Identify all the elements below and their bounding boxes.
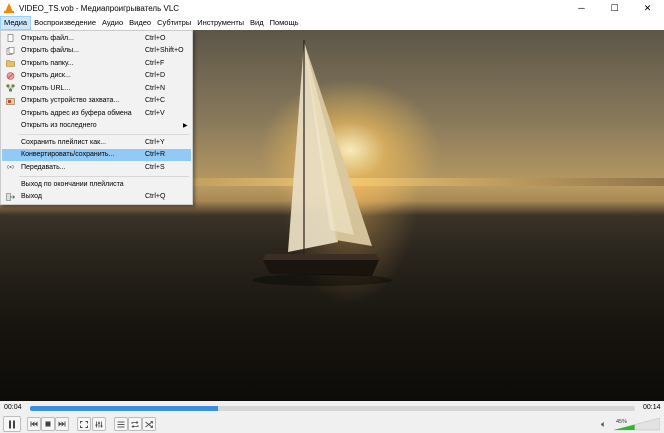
vlc-cone-icon (4, 3, 14, 13)
stop-button[interactable] (41, 417, 55, 431)
menu-item-quit[interactable]: Выход Ctrl+Q (2, 191, 191, 204)
menu-item-open-url[interactable]: Открыть URL... Ctrl+N (2, 82, 191, 95)
disc-icon (2, 70, 18, 82)
volume-percent: 45% (616, 419, 628, 425)
menu-item-stream[interactable]: Передавать... Ctrl+S (2, 161, 191, 174)
previous-button[interactable] (27, 417, 41, 431)
menu-media[interactable]: Медиа (0, 16, 32, 30)
menu-audio[interactable]: Аудио (99, 16, 126, 30)
menu-item-open-file[interactable]: Открыть файл... Ctrl+O (2, 32, 191, 45)
menu-item-convert-save[interactable]: Конвертировать/сохранить... Ctrl+R (2, 148, 191, 161)
folder-icon (2, 57, 18, 69)
media-menu: Открыть файл... Ctrl+O Открыть файлы... … (0, 30, 193, 205)
menu-help[interactable]: Помощь (267, 16, 302, 30)
menu-item-open-disc[interactable]: Открыть диск... Ctrl+D (2, 70, 191, 83)
loop-button[interactable] (128, 417, 142, 431)
playlist-icon (117, 421, 125, 427)
menu-item-open-files[interactable]: Открыть файлы... Ctrl+Shift+O (2, 45, 191, 58)
next-button[interactable] (55, 417, 69, 431)
capture-icon (2, 95, 18, 107)
close-button[interactable]: ✕ (631, 0, 664, 16)
menu-item-open-clipboard[interactable]: Открыть адрес из буфера обмена Ctrl+V (2, 107, 191, 120)
minimize-button[interactable]: ─ (565, 0, 598, 16)
fullscreen-icon (80, 420, 88, 428)
stop-icon (45, 421, 51, 427)
seek-slider[interactable] (30, 406, 635, 411)
menu-item-open-folder[interactable]: Открыть папку... Ctrl+F (2, 57, 191, 70)
volume-icon[interactable]: 🔈︎ (601, 419, 606, 430)
submenu-arrow-icon: ▶ (183, 123, 188, 130)
window-title: VIDEO_TS.vob - Медиапроигрыватель VLC (19, 3, 180, 13)
pause-icon (9, 420, 15, 428)
time-total: 00:14 (643, 404, 661, 411)
file-icon (2, 32, 18, 44)
maximize-button[interactable]: ☐ (598, 0, 631, 16)
control-bar: 00:04 00:14 🔈︎ 45% (0, 401, 664, 433)
fullscreen-button[interactable] (77, 417, 91, 431)
title-bar: VIDEO_TS.vob - Медиапроигрыватель VLC ─ … (0, 0, 664, 16)
shuffle-button[interactable] (142, 417, 156, 431)
menu-video[interactable]: Видео (126, 16, 154, 30)
menu-item-quit-at-end[interactable]: Выход по окончании плейлиста (2, 178, 191, 191)
menu-separator (19, 176, 189, 177)
time-elapsed: 00:04 (4, 404, 22, 411)
menu-playback[interactable]: Воспроизведение (31, 16, 99, 30)
previous-icon (30, 421, 38, 427)
loop-icon (131, 420, 139, 428)
files-icon (2, 45, 18, 57)
network-icon (2, 82, 18, 94)
shuffle-icon (145, 420, 153, 428)
menu-item-open-capture[interactable]: Открыть устройство захвата... Ctrl+C (2, 95, 191, 108)
equalizer-icon (95, 421, 103, 427)
playlist-button[interactable] (114, 417, 128, 431)
menu-item-save-playlist[interactable]: Сохранить плейлист как... Ctrl+Y (2, 136, 191, 149)
exit-icon (2, 191, 18, 203)
menu-view[interactable]: Вид (247, 16, 267, 30)
menu-subtitles[interactable]: Субтитры (154, 16, 194, 30)
menu-separator (19, 134, 189, 135)
menu-item-open-recent[interactable]: Открыть из последнего ▶ (2, 120, 191, 133)
pause-button[interactable] (3, 416, 21, 432)
extended-settings-button[interactable] (92, 417, 106, 431)
menu-tools[interactable]: Инструменты (194, 16, 247, 30)
menu-bar: Медиа Воспроизведение Аудио Видео Субтит… (0, 16, 664, 30)
stream-icon (2, 161, 18, 173)
next-icon (58, 421, 66, 427)
seek-slider-fill (30, 406, 218, 411)
